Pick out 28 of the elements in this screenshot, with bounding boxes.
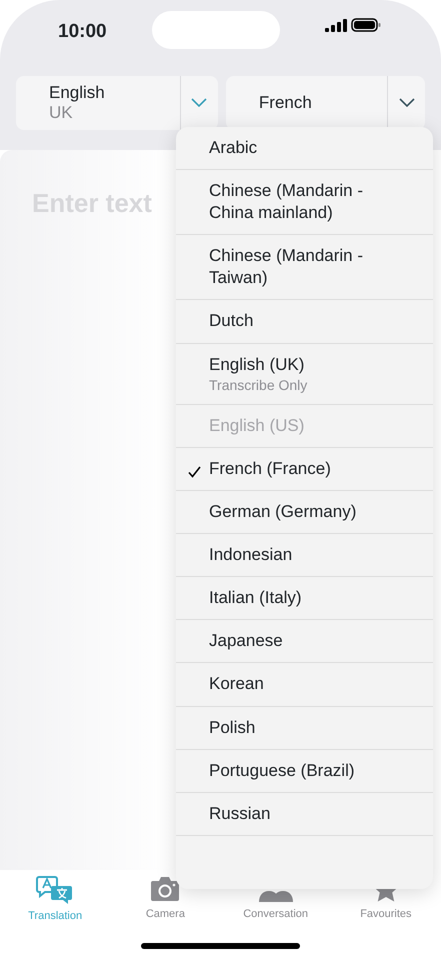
- language-option[interactable]: Portuguese (Brazil): [176, 750, 433, 793]
- people-icon: [258, 889, 294, 902]
- language-option[interactable]: French (France): [176, 448, 433, 492]
- target-language-name: French: [258, 93, 312, 113]
- language-option[interactable]: Chinese (Mandarin - China mainland): [176, 170, 433, 236]
- target-language-picker[interactable]: French: [226, 76, 425, 130]
- language-option[interactable]: Japanese: [176, 620, 433, 664]
- language-option[interactable]: German (Germany): [176, 491, 433, 534]
- language-option[interactable]: Polish: [176, 706, 433, 750]
- source-language-picker[interactable]: English UK: [16, 76, 218, 130]
- status-time: 10:00: [58, 20, 107, 44]
- chevron-down-icon: [191, 98, 208, 108]
- language-option[interactable]: Italian (Italy): [176, 577, 433, 620]
- language-option[interactable]: Arabic: [176, 127, 433, 170]
- source-language-region: UK: [49, 103, 74, 123]
- language-option[interactable]: Chinese (Mandarin - Taiwan): [176, 235, 433, 300]
- source-language-name: English: [49, 83, 106, 103]
- language-option[interactable]: English (UK) Transcribe Only: [176, 344, 433, 405]
- checkmark-icon: [188, 466, 201, 478]
- language-option[interactable]: Dutch: [176, 300, 433, 344]
- signal-icon: [324, 18, 347, 32]
- language-option[interactable]: Indonesian: [176, 534, 433, 578]
- battery-icon: [350, 18, 381, 32]
- option-note: Transcribe Only: [209, 376, 308, 394]
- chevron-down-icon: [398, 98, 414, 108]
- translate-icon: [36, 876, 74, 904]
- language-option[interactable]: Korean: [176, 663, 433, 706]
- language-option[interactable]: Russian: [176, 792, 433, 836]
